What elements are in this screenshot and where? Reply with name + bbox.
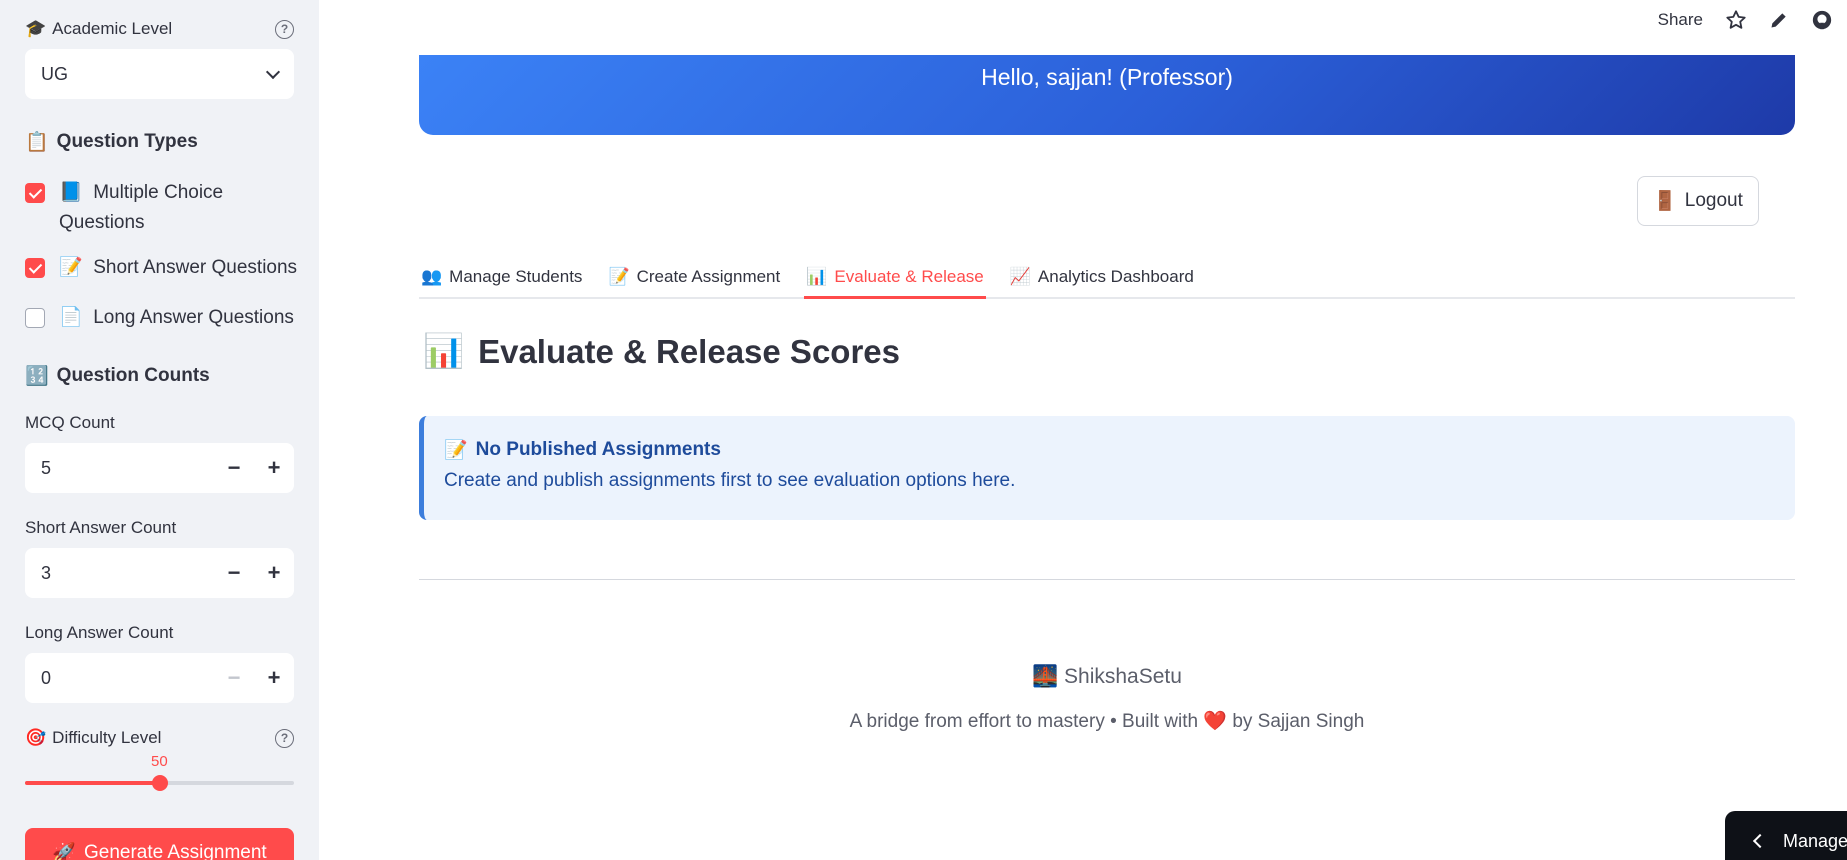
academic-level-select[interactable]: UG — [25, 49, 294, 99]
graduation-cap-icon: 🎓 — [25, 19, 47, 38]
generate-assignment-button[interactable]: 🚀 Generate Assignment — [25, 828, 294, 860]
memo-icon: 📝 — [59, 257, 83, 278]
bridge-icon: 🌉 — [1032, 665, 1059, 688]
short-answer-count-value[interactable]: 3 — [41, 563, 214, 584]
sidebar: 🎓 Academic Level ? UG 📋 Question Types 📘 … — [0, 0, 319, 860]
manage-app-label: Manage — [1783, 830, 1847, 851]
decrement-button[interactable]: − — [214, 548, 254, 598]
blue-book-icon: 📘 — [59, 182, 83, 203]
tab-label: Analytics Dashboard — [1037, 266, 1194, 286]
tab-analytics-dashboard[interactable]: 📈 Analytics Dashboard — [1008, 256, 1196, 297]
slider-fill — [25, 781, 160, 785]
footer-tagline: A bridge from effort to mastery • Built … — [419, 709, 1795, 733]
info-alert-text: Create and publish assignments first to … — [444, 470, 1016, 491]
chevron-down-icon — [265, 64, 281, 79]
footer-brand-text: ShikshaSetu — [1064, 665, 1182, 688]
tab-create-assignment[interactable]: 📝 Create Assignment — [606, 256, 782, 297]
greeting-text: Hello, sajjan! (Professor) — [981, 64, 1233, 90]
footer-tagline-before: A bridge from effort to mastery • Built … — [849, 711, 1199, 732]
numbers-icon: 🔢 — [25, 366, 49, 387]
page-title-text: Evaluate & Release Scores — [478, 332, 901, 370]
checkbox-short-answer-label: 📝 Short Answer Questions — [59, 253, 297, 283]
checkbox-unchecked-icon[interactable] — [25, 308, 45, 328]
increment-button[interactable]: + — [254, 653, 294, 703]
clipboard-icon: 📋 — [25, 132, 49, 153]
academic-level-label-row: 🎓 Academic Level ? — [25, 19, 294, 39]
generate-assignment-label: Generate Assignment — [83, 842, 267, 860]
tab-bar: 👥 Manage Students 📝 Create Assignment 📊 … — [419, 256, 1795, 299]
short-answer-label-text: Short Answer Questions — [93, 257, 298, 278]
top-toolbar: Share — [1658, 0, 1847, 40]
short-answer-count-input[interactable]: 3 − + — [25, 548, 294, 598]
decrement-button[interactable]: − — [214, 653, 254, 703]
difficulty-label-row: 🎯 Difficulty Level ? — [25, 728, 294, 748]
tab-label: Manage Students — [449, 266, 583, 286]
info-alert: 📝 No Published Assignments Create and pu… — [419, 416, 1795, 520]
mcq-count-value[interactable]: 5 — [41, 458, 214, 479]
increment-button[interactable]: + — [254, 548, 294, 598]
footer-tagline-after: by Sajjan Singh — [1232, 711, 1365, 732]
bar-chart-icon: 📊 — [806, 266, 828, 286]
logout-button[interactable]: 🚪 Logout — [1637, 176, 1759, 226]
tab-manage-students[interactable]: 👥 Manage Students — [419, 256, 584, 297]
checkbox-mcq[interactable]: 📘 Multiple Choice Questions — [25, 178, 300, 238]
info-alert-title: 📝 No Published Assignments — [444, 438, 1795, 462]
checkbox-mcq-label: 📘 Multiple Choice Questions — [59, 178, 300, 238]
academic-level-label: Academic Level — [52, 19, 173, 38]
question-counts-heading-text: Question Counts — [56, 365, 210, 386]
checkbox-long-answer[interactable]: 📄 Long Answer Questions — [25, 303, 300, 333]
question-counts-heading: 🔢 Question Counts — [25, 364, 210, 388]
short-answer-count-label: Short Answer Count — [25, 518, 177, 537]
info-alert-title-text: No Published Assignments — [475, 439, 721, 460]
mcq-count-input[interactable]: 5 − + — [25, 443, 294, 493]
people-icon: 👥 — [421, 266, 443, 286]
page-icon: 📄 — [59, 307, 83, 328]
tab-evaluate-release[interactable]: 📊 Evaluate & Release — [804, 256, 986, 299]
checkbox-checked-icon[interactable] — [25, 258, 45, 278]
decrement-button[interactable]: − — [214, 443, 254, 493]
mcq-count-label: MCQ Count — [25, 413, 115, 432]
github-icon[interactable] — [1811, 9, 1833, 31]
edit-pencil-icon[interactable] — [1769, 10, 1789, 30]
memo-icon: 📝 — [608, 266, 630, 286]
difficulty-label: Difficulty Level — [52, 728, 162, 747]
mcq-label-text: Multiple Choice Questions — [59, 182, 224, 233]
tab-label: Create Assignment — [636, 266, 781, 286]
long-answer-count-value[interactable]: 0 — [41, 668, 214, 689]
tab-label: Evaluate & Release — [834, 266, 984, 286]
logout-label: Logout — [1684, 190, 1743, 211]
share-button[interactable]: Share — [1658, 10, 1703, 30]
slider-thumb[interactable] — [151, 775, 168, 791]
help-icon[interactable]: ? — [275, 19, 294, 39]
long-answer-count-input[interactable]: 0 − + — [25, 653, 294, 703]
divider — [419, 579, 1795, 580]
page-title: 📊 Evaluate & Release Scores — [423, 332, 900, 371]
star-icon[interactable] — [1725, 9, 1747, 31]
bar-chart-icon: 📊 — [423, 332, 465, 369]
target-icon: 🎯 — [25, 728, 47, 747]
checkbox-checked-icon[interactable] — [25, 183, 45, 203]
difficulty-slider[interactable] — [25, 775, 294, 791]
long-answer-count-label: Long Answer Count — [25, 623, 174, 642]
manage-app-button[interactable]: Manage — [1725, 811, 1847, 860]
long-answer-label-text: Long Answer Questions — [93, 307, 294, 328]
door-icon: 🚪 — [1653, 191, 1677, 212]
academic-level-value: UG — [41, 63, 68, 84]
checkbox-short-answer[interactable]: 📝 Short Answer Questions — [25, 253, 300, 283]
question-types-heading: 📋 Question Types — [25, 130, 198, 154]
chart-increasing-icon: 📈 — [1009, 266, 1031, 286]
memo-icon: 📝 — [444, 440, 468, 461]
difficulty-slider-value: 50 — [151, 753, 168, 770]
question-types-heading-text: Question Types — [56, 131, 198, 152]
footer-brand: 🌉 ShikshaSetu — [419, 665, 1795, 689]
heart-icon: ❤️ — [1203, 711, 1228, 732]
welcome-banner: Hello, sajjan! (Professor) — [419, 55, 1795, 135]
chevron-left-icon — [1752, 833, 1768, 849]
help-icon[interactable]: ? — [275, 728, 294, 748]
increment-button[interactable]: + — [254, 443, 294, 493]
rocket-icon: 🚀 — [52, 843, 76, 860]
checkbox-long-answer-label: 📄 Long Answer Questions — [59, 303, 294, 333]
